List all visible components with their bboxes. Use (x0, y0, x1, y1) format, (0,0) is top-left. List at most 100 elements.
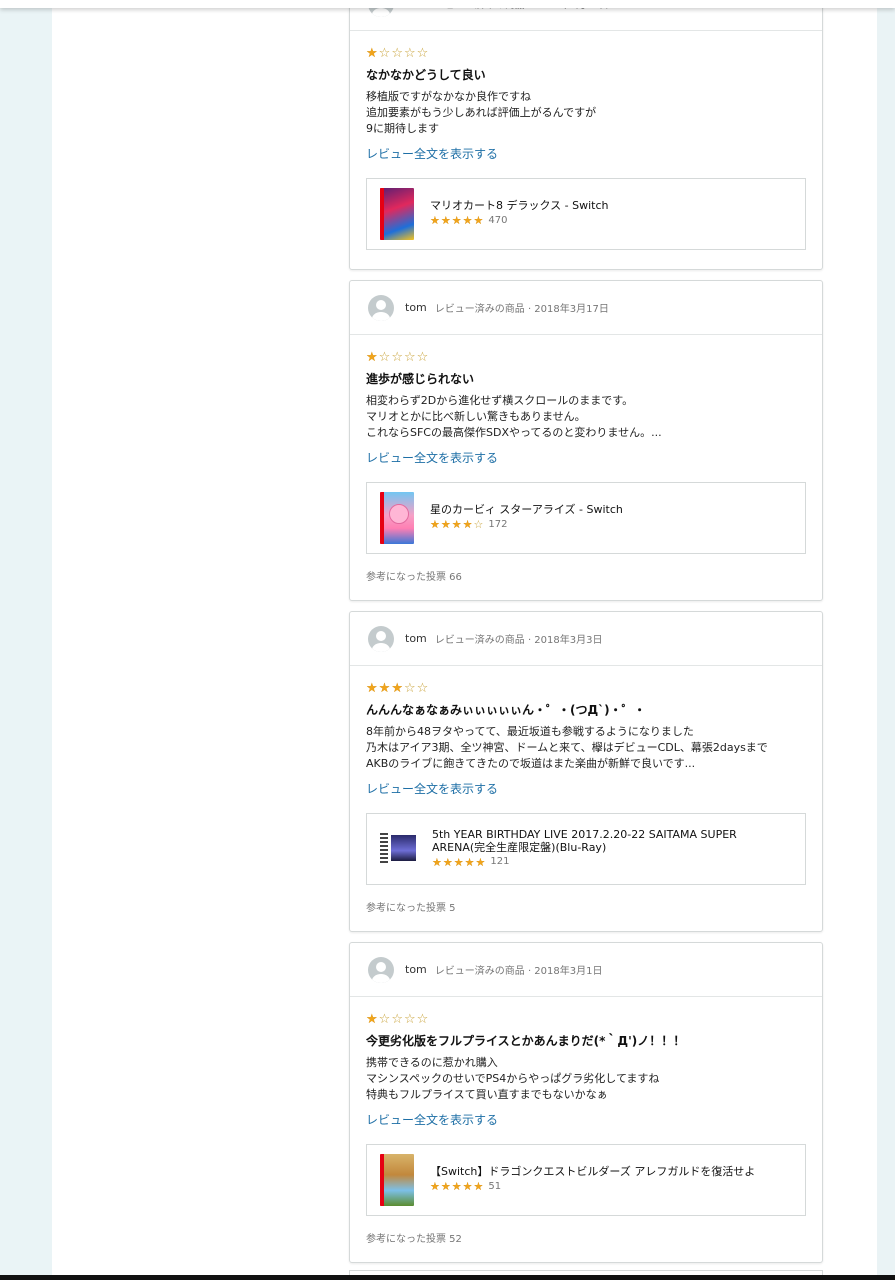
review-text: 相変わらず2Dから進化せず横スクロールのままです。 マリオとかに比べ新しい驚きも… (366, 393, 806, 441)
review-text-line: 8年前から48ヲタやってて、最近坂道も参戦するようになりました (366, 725, 694, 738)
helpful-votes: 参考になった投票 52 (366, 1234, 462, 1245)
product-rating: ★ ★ ★ ★ ★ (430, 215, 483, 229)
rating-count: 51 (488, 1180, 502, 1192)
star-icon: ★ (440, 518, 451, 531)
top-app-bar (0, 0, 895, 8)
helpful-votes: 参考になった投票 66 (366, 572, 462, 583)
star-icon: ★ (440, 214, 451, 227)
star-icon: ☆ (416, 1012, 429, 1027)
star-icon: ★ (453, 855, 464, 869)
product-card[interactable]: マリオカート8 デラックス - Switch ★ ★ ★ ★ ★ 470 (366, 178, 806, 250)
star-icon: ★ (430, 1180, 440, 1193)
star-icon: ☆ (378, 46, 391, 61)
mario-kart-cover-icon[interactable] (380, 188, 414, 240)
rating-count: 172 (488, 518, 508, 530)
star-icon: ★ (451, 518, 462, 531)
review-text-line: これならSFCの最高傑作SDXやってるのと変わりません。... (366, 426, 662, 439)
review-header: tom レビュー済みの商品 · 2018年3月3日 (350, 612, 822, 666)
kirby-cover-icon[interactable] (380, 492, 414, 544)
product-rating: ★ ★ ★ ★ ☆ (430, 519, 483, 533)
review-text-line: AKBのライブに飽きてきたので坂道はまた楽曲が新鮮で良いです... (366, 757, 696, 770)
review-text: 移植版ですがなかなか良作ですね 追加要素がもう少しあれば評価上がるんですが 9に… (366, 89, 806, 137)
left-background (0, 0, 52, 1280)
review-text-line: 相変わらず2Dから進化せず横スクロールのままです。 (366, 394, 634, 407)
product-card[interactable]: 5th YEAR BIRTHDAY LIVE 2017.2.20-22 SAIT… (366, 813, 806, 885)
star-icon: ★ (473, 214, 484, 227)
star-icon: ★ (430, 518, 440, 531)
bottom-bar (0, 1275, 895, 1280)
helpful-votes: 参考になった投票 5 (366, 903, 456, 914)
star-icon: ☆ (403, 46, 416, 61)
star-icon: ★ (391, 681, 403, 696)
product-name[interactable]: 星のカービィ スターアライズ - Switch (430, 503, 623, 516)
star-icon: ★ (378, 681, 391, 696)
review-header: tom レビュー済みの商品 · 2018年3月17日 (350, 281, 822, 335)
rating-count: 470 (488, 214, 508, 226)
show-full-review-link[interactable]: レビュー全文を表示する (366, 781, 806, 797)
star-icon: ★ (430, 214, 440, 227)
review-header: tom レビュー済みの商品 · 2018年3月1日 (350, 943, 822, 997)
review-rating: ★ ☆ ☆ ☆ ☆ (366, 47, 806, 61)
star-icon: ★ (366, 1012, 378, 1027)
dragon-quest-builders-cover-icon[interactable] (380, 1154, 414, 1206)
product-name[interactable]: マリオカート8 デラックス - Switch (430, 199, 609, 212)
review-text-line: マシンスペックのせいでPS4からやっぱグラ劣化してますね (366, 1072, 660, 1085)
review-title: 進歩が感じられない (366, 372, 475, 386)
show-full-review-link[interactable]: レビュー全文を表示する (366, 146, 806, 162)
star-icon: ☆ (473, 518, 484, 531)
star-icon: ★ (432, 855, 442, 869)
review-card: tom レビュー済みの商品 · 2018年3月3日 ★ ★ ★ ☆ ☆ んんんなぁなぁみ… (349, 611, 823, 932)
review-text-line: 9に期待します (366, 122, 439, 135)
rating-count: 121 (490, 856, 510, 867)
review-meta: レビュー済みの商品 · 2018年3月17日 (434, 304, 609, 315)
review-rating: ★ ☆ ☆ ☆ ☆ (366, 351, 806, 365)
product-card[interactable]: 【Switch】ドラゴンクエストビルダーズ アレフガルドを復活せよ ★ ★ ★ ★ ★ … (366, 1144, 806, 1216)
review-text-line: 移植版ですがなかなか良作ですね (366, 90, 531, 103)
review-rating: ★ ☆ ☆ ☆ ☆ (366, 1013, 806, 1027)
review-text: 8年前から48ヲタやってて、最近坂道も参戦するようになりました 乃木はアイア3期… (366, 724, 806, 772)
review-meta: レビュー済みの商品 · 2018年3月3日 (434, 635, 603, 646)
avatar[interactable] (368, 956, 394, 983)
product-name[interactable]: 【Switch】ドラゴンクエストビルダーズ アレフガルドを復活せよ (430, 1165, 755, 1178)
star-icon: ★ (366, 350, 378, 365)
show-full-review-link[interactable]: レビュー全文を表示する (366, 1112, 806, 1128)
star-icon: ☆ (378, 1012, 391, 1027)
product-card[interactable]: 星のカービィ スターアライズ - Switch ★ ★ ★ ★ ☆ 172 (366, 482, 806, 554)
reviewer-name[interactable]: tom (405, 301, 427, 314)
star-icon: ★ (475, 855, 486, 869)
bluray-cover-icon[interactable] (380, 829, 416, 869)
star-icon: ☆ (416, 46, 429, 61)
star-icon: ☆ (403, 681, 416, 696)
review-text-line: 乃木はアイア3期、全ツ神宮、ドームと来て、欅はデビューCDL、幕張2daysまで (366, 741, 768, 754)
reviewer-name[interactable]: tom (405, 963, 427, 976)
review-text-line: 追加要素がもう少しあれば評価上がるんですが (366, 106, 597, 119)
product-name[interactable]: 5th YEAR BIRTHDAY LIVE 2017.2.20-22 SAIT… (432, 828, 752, 854)
star-icon: ☆ (391, 46, 403, 61)
star-icon: ★ (451, 1180, 462, 1193)
reviewer-name[interactable]: tom (405, 632, 427, 645)
review-text-line: 特典もフルプライスて買い直すまでもないかなぁ (366, 1088, 608, 1101)
right-background (877, 0, 895, 1280)
review-text-line: マリオとかに比べ新しい驚きもありません。 (366, 410, 586, 423)
star-icon: ★ (464, 855, 475, 869)
star-icon: ☆ (378, 350, 391, 365)
star-icon: ☆ (403, 350, 416, 365)
avatar[interactable] (368, 294, 394, 321)
review-title: んんんなぁなぁみぃぃぃぃぃん・゜・(つД`)・゜・ (366, 703, 646, 717)
review-meta: レビュー済みの商品 · 2018年3月1日 (434, 966, 603, 977)
star-icon: ☆ (391, 350, 403, 365)
product-rating: ★ ★ ★ ★ ★ (430, 1181, 483, 1195)
review-card: tom レビュー済みの商品 · 2018年3月24日 ★☆☆☆☆ なかなかどうし… (349, 0, 823, 270)
star-icon: ★ (462, 1180, 473, 1193)
avatar[interactable] (368, 625, 394, 652)
star-icon: ☆ (391, 1012, 403, 1027)
review-text: 携帯できるのに惹かれ購入 マシンスペックのせいでPS4からやっぱグラ劣化してます… (366, 1055, 806, 1103)
review-text-line: 携帯できるのに惹かれ購入 (366, 1056, 498, 1069)
star-icon: ☆ (403, 1012, 416, 1027)
star-icon: ☆ (416, 681, 429, 696)
star-icon: ★ (366, 681, 378, 696)
show-full-review-link[interactable]: レビュー全文を表示する (366, 450, 806, 466)
star-icon: ★ (442, 855, 453, 869)
review-title: 今更劣化版をフルプライスとかあんまりだ(*｀Д')ノ！！！ (366, 1034, 686, 1048)
review-card: tom レビュー済みの商品 · 2018年3月1日 ★ ☆ ☆ ☆ ☆ 今更劣化版をフル… (349, 942, 823, 1263)
